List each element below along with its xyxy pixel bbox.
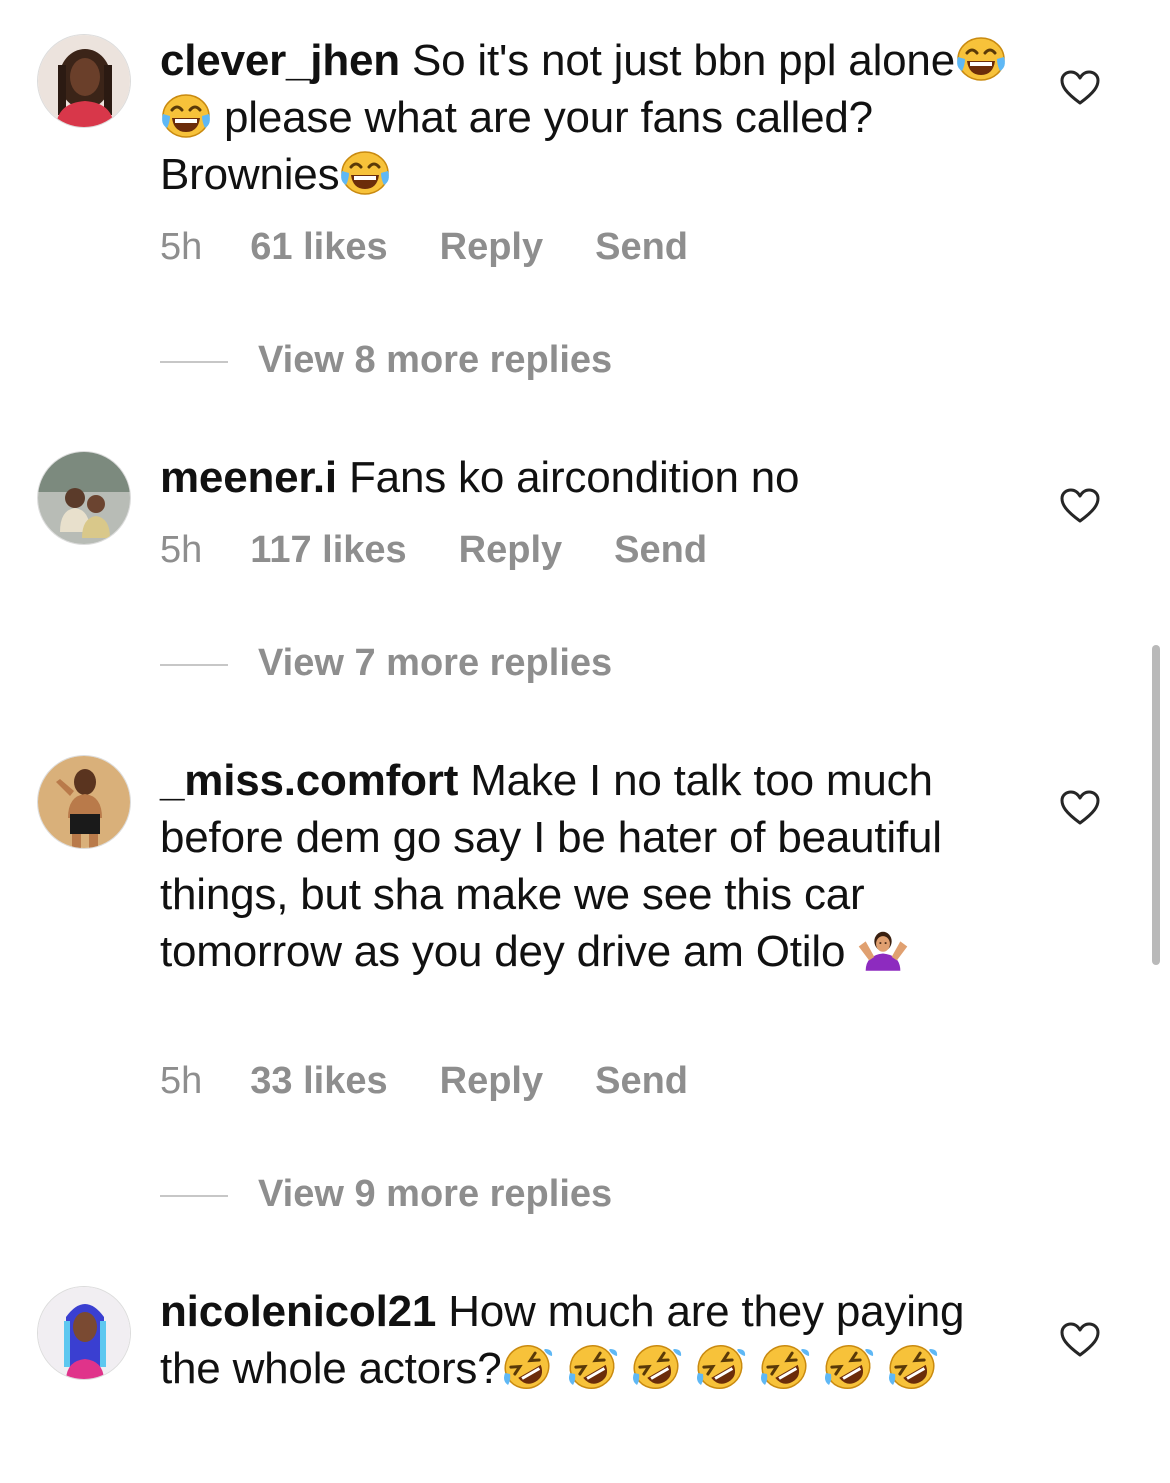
comment-text: So it's not just bbn ppl alone bbox=[399, 36, 955, 85]
reply-button[interactable]: Reply bbox=[440, 226, 543, 269]
send-button[interactable]: Send bbox=[595, 1060, 688, 1103]
comment-time: 5h bbox=[160, 226, 203, 268]
rolling-on-floor-laughing-icon bbox=[566, 1343, 618, 1391]
comment-time: 5h bbox=[160, 1060, 203, 1102]
scrollbar[interactable] bbox=[1152, 645, 1160, 965]
view-replies-label: View 7 more replies bbox=[258, 642, 613, 684]
send-button[interactable]: Send bbox=[595, 226, 688, 269]
avatar[interactable] bbox=[37, 755, 131, 849]
reply-button[interactable]: Reply bbox=[440, 1060, 543, 1103]
comment-time: 5h bbox=[160, 529, 203, 571]
view-replies-button[interactable]: View 7 more replies bbox=[160, 642, 612, 685]
face-with-tears-of-joy-icon bbox=[160, 92, 212, 140]
face-with-tears-of-joy-icon bbox=[339, 149, 391, 197]
view-replies-button[interactable]: View 9 more replies bbox=[160, 1173, 612, 1216]
likes-count[interactable]: 61 likes bbox=[250, 226, 387, 269]
username[interactable]: meener.i bbox=[160, 453, 337, 502]
comment-meta: 5h 117 likes Reply Send bbox=[160, 529, 707, 572]
face-with-tears-of-joy-icon bbox=[955, 35, 1007, 83]
comment-body: clever_jhen So it's not just bbn ppl alo… bbox=[160, 32, 1010, 203]
comment-body: _miss.comfort Make I no talk too much be… bbox=[160, 752, 1010, 980]
view-replies-label: View 9 more replies bbox=[258, 1173, 613, 1215]
replies-divider-line bbox=[160, 663, 228, 666]
reply-button[interactable]: Reply bbox=[459, 529, 562, 572]
comment-meta: 5h 33 likes Reply Send bbox=[160, 1060, 688, 1103]
view-replies-button[interactable]: View 8 more replies bbox=[160, 339, 612, 382]
comment-text: please what are your fans called? Browni… bbox=[160, 93, 873, 199]
avatar[interactable] bbox=[37, 34, 131, 128]
send-button[interactable]: Send bbox=[614, 529, 707, 572]
heart-icon[interactable] bbox=[1060, 1322, 1100, 1358]
heart-icon[interactable] bbox=[1060, 488, 1100, 524]
heart-icon[interactable] bbox=[1060, 790, 1100, 826]
replies-divider-line bbox=[160, 360, 228, 363]
heart-icon[interactable] bbox=[1060, 70, 1100, 106]
avatar[interactable] bbox=[37, 1286, 131, 1380]
rolling-on-floor-laughing-icon bbox=[886, 1343, 938, 1391]
comment-body: meener.i Fans ko aircondition no bbox=[160, 449, 1010, 506]
rolling-on-floor-laughing-icon bbox=[822, 1343, 874, 1391]
comment-text: Fans ko aircondition no bbox=[336, 453, 800, 502]
rolling-on-floor-laughing-icon bbox=[694, 1343, 746, 1391]
rolling-on-floor-laughing-icon bbox=[758, 1343, 810, 1391]
likes-count[interactable]: 33 likes bbox=[250, 1060, 387, 1103]
username[interactable]: _miss.comfort bbox=[160, 756, 458, 805]
view-replies-label: View 8 more replies bbox=[258, 339, 613, 381]
comment-meta: 5h 61 likes Reply Send bbox=[160, 226, 688, 269]
rolling-on-floor-laughing-icon bbox=[501, 1343, 553, 1391]
avatar[interactable] bbox=[37, 451, 131, 545]
woman-shrugging-icon bbox=[857, 926, 909, 974]
username[interactable]: nicolenicol21 bbox=[160, 1287, 436, 1336]
likes-count[interactable]: 117 likes bbox=[250, 529, 406, 572]
username[interactable]: clever_jhen bbox=[160, 36, 400, 85]
rolling-on-floor-laughing-icon bbox=[630, 1343, 682, 1391]
comment-body: nicolenicol21 How much are they paying t… bbox=[160, 1283, 1010, 1397]
replies-divider-line bbox=[160, 1194, 228, 1197]
